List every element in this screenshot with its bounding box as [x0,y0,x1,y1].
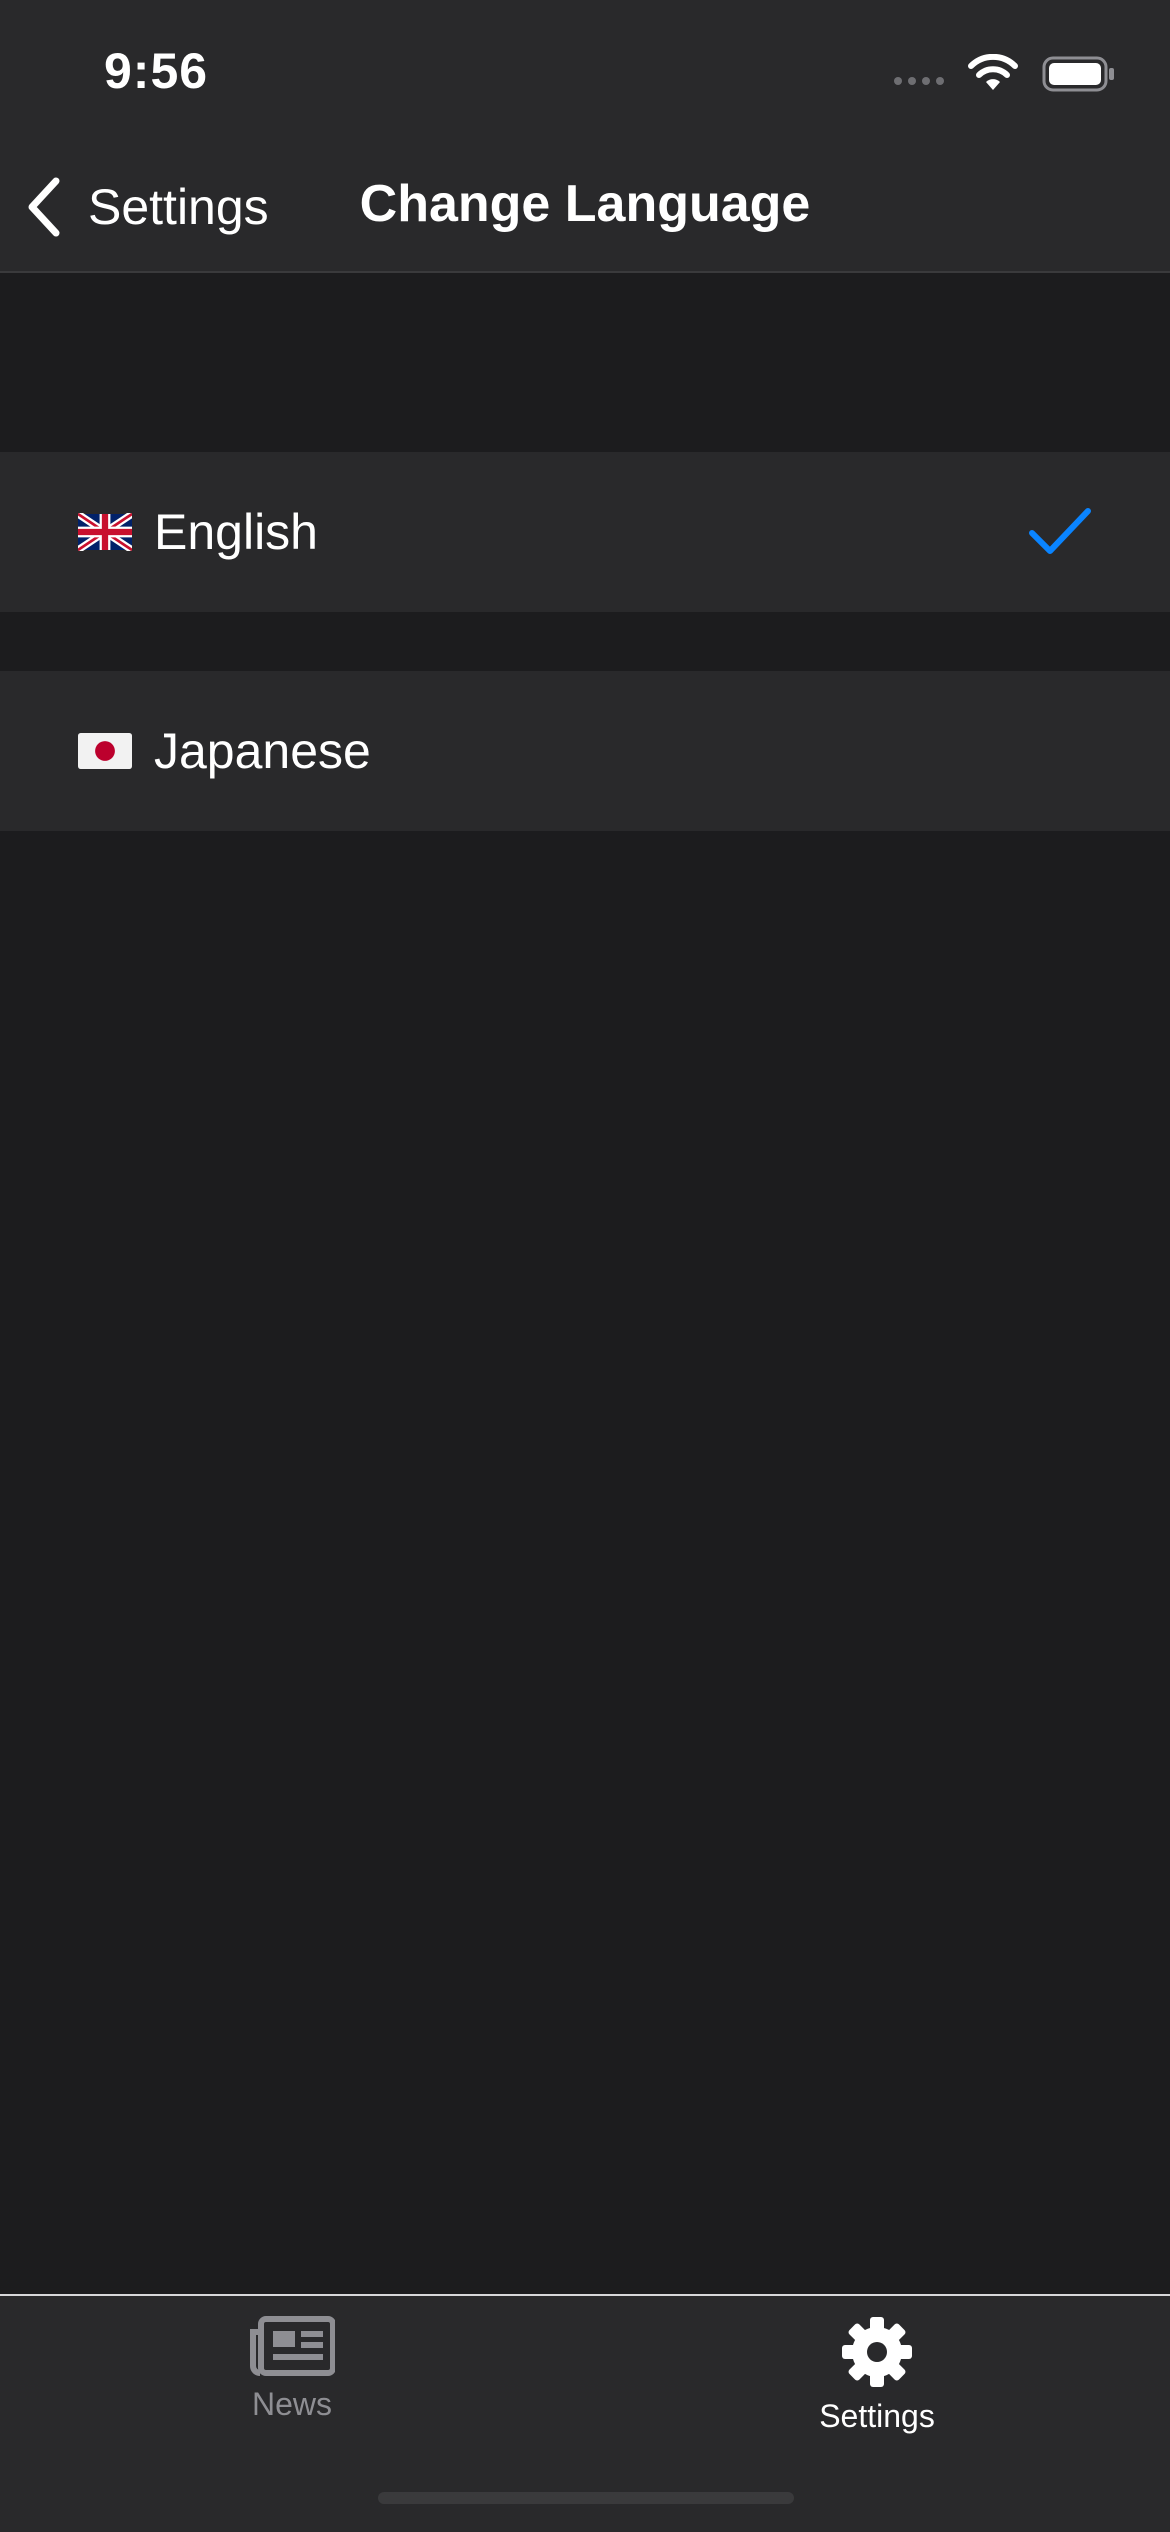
gear-icon [842,2317,912,2387]
battery-icon [1042,56,1114,92]
language-row-japanese[interactable]: Japanese [0,671,1170,831]
japan-flag-icon [78,733,132,769]
checkmark-icon [1029,508,1091,554]
page-title: Change Language [359,175,811,233]
tab-settings[interactable]: Settings [727,2316,1027,2435]
uk-flag-icon [78,513,132,551]
tab-label: News [251,2386,332,2422]
top-bar: 9:56 Settings Change Language [0,0,1170,273]
home-indicator[interactable] [378,2492,794,2504]
wifi-icon [968,54,1018,90]
tab-label: Settings [819,2398,935,2434]
language-label: English [154,504,318,560]
tab-news[interactable]: News [142,2316,442,2423]
language-row-english[interactable]: English [0,452,1170,612]
cellular-signal-icon [894,77,944,85]
language-label: Japanese [154,723,371,779]
status-icons [894,52,1116,96]
status-time: 9:56 [104,43,209,99]
newspaper-icon [250,2316,335,2376]
